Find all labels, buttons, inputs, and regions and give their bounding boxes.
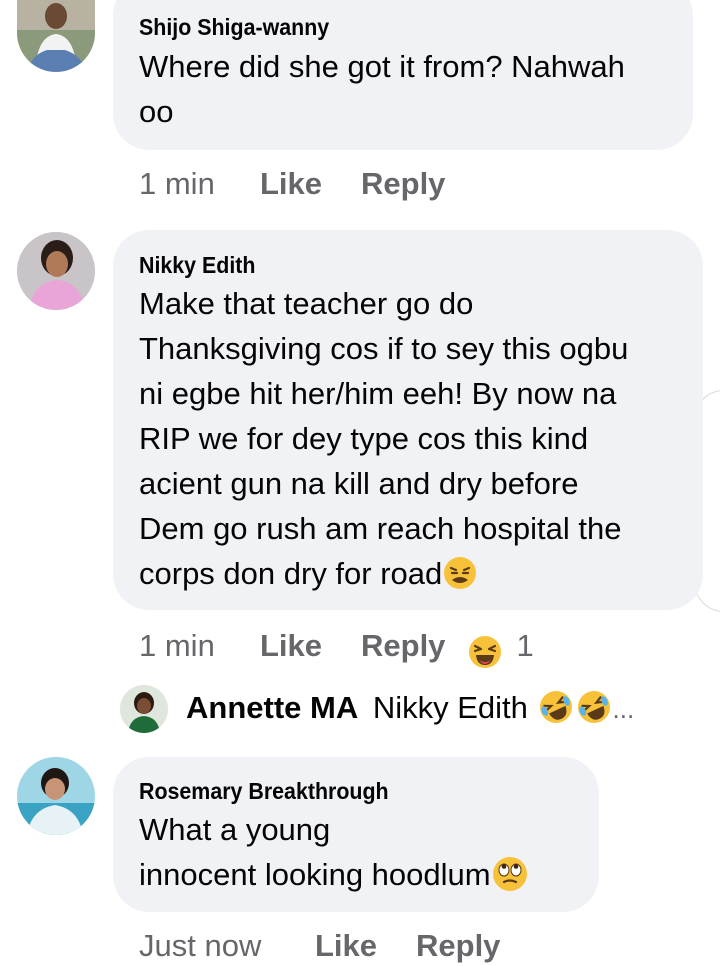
comment-text-line: Where did she got it from? Nahwah: [139, 49, 625, 84]
comment-text-line: Make that teacher go do: [139, 286, 474, 321]
comment-author[interactable]: Nikky Edith: [139, 252, 255, 279]
reply-preview[interactable]: Annette MA Nikky Edith ...: [186, 690, 634, 726]
like-button[interactable]: Like: [260, 166, 322, 202]
reaction-summary[interactable]: 1: [468, 628, 534, 669]
laughing-reaction-icon: [469, 635, 501, 668]
comment-author[interactable]: Rosemary Breakthrough: [139, 778, 389, 805]
comment-text-line: corps don dry for road: [139, 551, 628, 596]
comment-text-line: acient gun na kill and dry before: [139, 466, 579, 501]
comment-text-line: Thanksgiving cos if to sey this ogbu: [139, 331, 629, 366]
comment-text-line: RIP we for dey type cos this kind: [139, 421, 589, 456]
reply-button[interactable]: Reply: [361, 166, 445, 202]
rolling-laughing-icon: [577, 690, 610, 723]
comment-text-segment: innocent looking hoodlum: [139, 857, 491, 892]
comment-text-line: ni egbe hit her/him eeh! By now na: [139, 376, 617, 411]
comment-timestamp: 1 min: [139, 166, 215, 201]
avatar[interactable]: [17, 0, 95, 72]
avatar[interactable]: [17, 757, 95, 835]
comment-text: What a young innocent looking hoodlum: [139, 807, 528, 897]
comment-text-line: Dem go rush am reach hospital the: [139, 511, 622, 546]
eye-roll-face-icon: [492, 856, 527, 891]
comment-text-line: oo: [139, 94, 174, 129]
avatar[interactable]: [17, 232, 95, 310]
like-button[interactable]: Like: [315, 928, 377, 964]
weary-face-icon: [444, 556, 477, 589]
reply-preview-more: ...: [612, 694, 635, 724]
reply-preview-author[interactable]: Annette MA: [186, 690, 358, 725]
comment-text: Where did she got it from? Nahwah oo: [139, 44, 625, 134]
like-button[interactable]: Like: [260, 628, 322, 664]
reply-button[interactable]: Reply: [416, 928, 500, 964]
comment-text-segment: corps don dry for road: [139, 556, 443, 591]
comment-timestamp: 1 min: [139, 628, 215, 663]
reply-preview-text: Nikky Edith: [372, 690, 528, 725]
reaction-count: 1: [516, 628, 534, 663]
reply-button[interactable]: Reply: [361, 628, 445, 664]
comment-text-line: What a young: [139, 812, 331, 847]
avatar[interactable]: [120, 685, 168, 733]
comment-timestamp: Just now: [139, 928, 262, 963]
comment-author[interactable]: Shijo Shiga-wanny: [139, 14, 329, 41]
comment-text-line: innocent looking hoodlum: [139, 852, 528, 897]
rolling-laughing-icon: [539, 690, 572, 723]
comment-text: Make that teacher go do Thanksgiving cos…: [139, 281, 628, 596]
